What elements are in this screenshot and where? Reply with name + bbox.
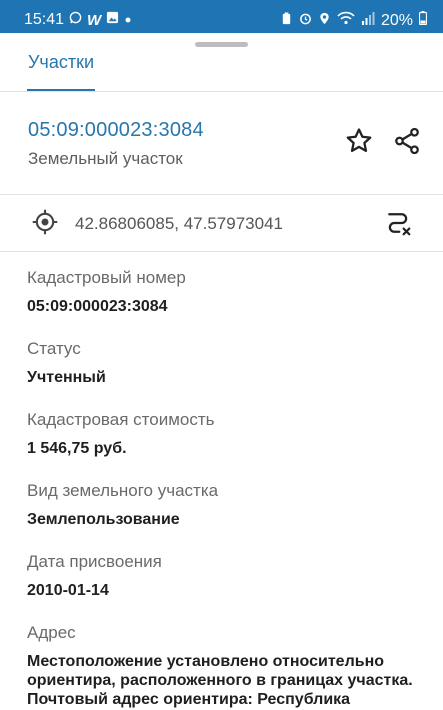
parcel-title: 05:09:000023:3084 xyxy=(28,119,204,141)
alarm-icon xyxy=(299,12,312,30)
location-icon xyxy=(318,12,331,30)
field-cadastral-value: Кадастровая стоимость 1 546,75 руб. xyxy=(27,410,214,458)
gallery-icon xyxy=(106,11,119,29)
signal-icon xyxy=(361,11,375,30)
field-cadastral-number: Кадастровый номер 05:09:000023:3084 xyxy=(27,268,186,316)
field-value: 05:09:000023:3084 xyxy=(27,298,168,315)
field-value: Землепользование xyxy=(27,511,180,528)
coordinates-text[interactable]: 42.86806085, 47.57973041 xyxy=(75,214,283,234)
clock: 15:41 xyxy=(24,11,65,28)
battery-icon xyxy=(418,11,428,30)
share-icon xyxy=(395,127,419,155)
star-icon xyxy=(346,128,372,152)
share-button[interactable] xyxy=(392,126,422,156)
my-location-icon[interactable] xyxy=(31,208,59,236)
field-value: 1 546,75 руб. xyxy=(27,440,127,457)
field-label: Кадастровая стоимость xyxy=(27,410,215,429)
field-parcel-kind: Вид земельного участка Землепользование xyxy=(27,481,218,529)
battery-saver-icon xyxy=(280,11,293,30)
field-value: 2010-01-14 xyxy=(27,582,109,599)
field-label: Кадастровый номер xyxy=(27,268,186,287)
coordinates-divider xyxy=(0,251,443,252)
wifi-icon xyxy=(337,11,355,30)
status-bar-right: 20% xyxy=(280,11,428,30)
favorite-button[interactable] xyxy=(344,126,374,156)
whatsapp-icon xyxy=(69,11,82,29)
battery-text: 20% xyxy=(380,11,413,29)
field-status: Статус Учтенный xyxy=(27,339,106,387)
tab-parcels[interactable]: Участки xyxy=(28,52,94,73)
w-app-icon: W xyxy=(87,11,102,29)
route-button[interactable] xyxy=(383,208,413,238)
parcel-subtitle: Земельный участок xyxy=(28,149,183,168)
field-label: Статус xyxy=(27,339,81,358)
field-address: Адрес Местоположение установлено относит… xyxy=(27,623,437,709)
field-label: Дата присвоения xyxy=(27,552,162,571)
field-value: Местоположение установлено относительно … xyxy=(27,653,413,708)
field-assignment-date: Дата присвоения 2010-01-14 xyxy=(27,552,162,600)
status-bar: 15:41 W 20% xyxy=(0,0,443,33)
parcel-bottom-sheet: Участки 05:09:000023:3084 Земельный учас… xyxy=(0,33,443,710)
sheet-drag-handle[interactable] xyxy=(195,42,248,47)
field-label: Адрес xyxy=(27,623,76,642)
field-value: Учтенный xyxy=(27,369,106,386)
tabs-divider xyxy=(0,91,443,92)
route-icon xyxy=(388,213,411,236)
field-label: Вид земельного участка xyxy=(27,481,219,500)
status-bar-left: 15:41 W xyxy=(24,11,132,29)
header-divider xyxy=(0,194,443,195)
dot-icon xyxy=(124,11,132,29)
